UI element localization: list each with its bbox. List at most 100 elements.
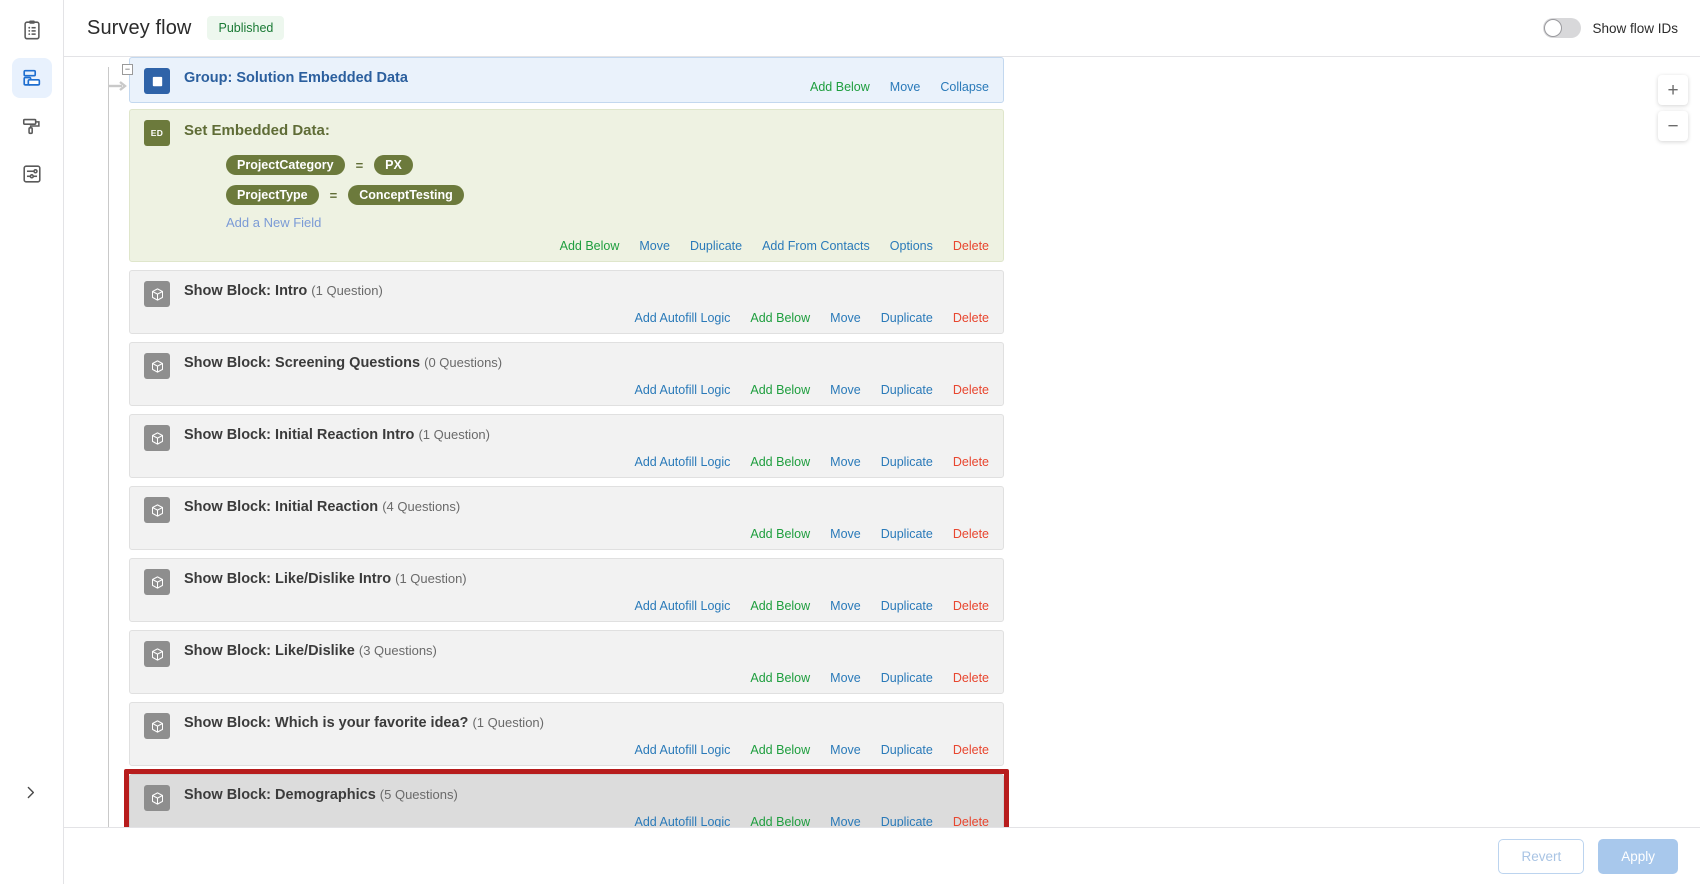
block-title: Show Block: Intro (1 Question) [184,280,383,299]
ed-duplicate-link[interactable]: Duplicate [690,239,742,253]
block-link-delete[interactable]: Delete [953,815,989,827]
ed-options-link[interactable]: Options [890,239,933,253]
block-card[interactable]: Show Block: Initial Reaction (4 Question… [129,486,1004,550]
apply-button[interactable]: Apply [1598,838,1678,874]
block-link-delete[interactable]: Delete [953,455,989,469]
embedded-data-header: ED Set Embedded Data: [144,119,989,146]
block-link-add-below[interactable]: Add Below [750,599,810,613]
ed-add-below-link[interactable]: Add Below [560,239,620,253]
block-link-add-autofill-logic[interactable]: Add Autofill Logic [634,599,730,613]
sidebar-item-look-and-feel[interactable] [12,106,52,146]
flow-row-group: Group: Solution Embedded Data Add Below … [84,57,1004,103]
block-link-duplicate[interactable]: Duplicate [881,671,933,685]
block-card[interactable]: Show Block: Initial Reaction Intro (1 Qu… [129,414,1004,478]
block-link-duplicate[interactable]: Duplicate [881,455,933,469]
block-card[interactable]: Show Block: Which is your favorite idea?… [129,702,1004,766]
block-title: Show Block: Screening Questions (0 Quest… [184,352,502,371]
block-title-text: Show Block: Intro [184,283,308,299]
ed-add-from-contacts-link[interactable]: Add From Contacts [762,239,870,253]
add-new-field-link[interactable]: Add a New Field [226,215,989,230]
block-link-add-below[interactable]: Add Below [750,383,810,397]
block-title-text: Show Block: Like/Dislike Intro [184,571,392,587]
expand-sidebar-button[interactable] [12,774,48,810]
block-title: Show Block: Demographics (5 Questions) [184,784,458,803]
block-link-delete[interactable]: Delete [953,527,989,541]
block-link-add-below[interactable]: Add Below [750,671,810,685]
sidebar-item-survey-builder[interactable] [12,10,52,50]
ed-field-operator: = [355,157,364,173]
ed-field-value[interactable]: ConceptTesting [348,185,464,205]
left-icon-rail [0,0,64,884]
block-title: Show Block: Initial Reaction Intro (1 Qu… [184,424,490,443]
block-link-move[interactable]: Move [830,527,861,541]
group-card[interactable]: Group: Solution Embedded Data Add Below … [129,57,1004,103]
ed-field-key[interactable]: ProjectType [226,185,319,205]
block-link-add-autofill-logic[interactable]: Add Autofill Logic [634,311,730,325]
block-link-add-below[interactable]: Add Below [750,743,810,757]
show-flow-ids-toggle[interactable] [1543,18,1582,38]
block-link-add-autofill-logic[interactable]: Add Autofill Logic [634,743,730,757]
block-link-add-below[interactable]: Add Below [750,311,810,325]
block-link-duplicate[interactable]: Duplicate [881,383,933,397]
flow-row-block: Show Block: Initial Reaction (4 Question… [84,486,1004,550]
block-link-duplicate[interactable]: Duplicate [881,311,933,325]
block-link-add-autofill-logic[interactable]: Add Autofill Logic [634,815,730,827]
block-question-count: (1 Question) [311,283,383,298]
revert-button[interactable]: Revert [1498,838,1585,874]
embedded-data-card[interactable]: ED Set Embedded Data: ProjectCategory = … [129,109,1004,262]
block-card[interactable]: Show Block: Screening Questions (0 Quest… [129,342,1004,406]
block-link-duplicate[interactable]: Duplicate [881,527,933,541]
block-links: Add Autofill Logic Add Below Move Duplicate… [144,383,989,397]
block-link-move[interactable]: Move [830,743,861,757]
block-links: Add Autofill Logic Add Below Move Duplicate… [144,815,989,827]
group-icon [144,68,170,94]
group-add-below-link[interactable]: Add Below [810,80,870,94]
block-link-move[interactable]: Move [830,311,861,325]
zoom-out-button[interactable]: − [1658,111,1688,141]
block-link-move[interactable]: Move [830,455,861,469]
block-card[interactable]: Show Block: Like/Dislike Intro (1 Questi… [129,558,1004,622]
block-title-text: Show Block: Like/Dislike [184,643,355,659]
ed-field-key[interactable]: ProjectCategory [226,155,345,175]
embedded-data-field-row: ProjectType = ConceptTesting [226,185,989,205]
sliders-icon [21,163,43,185]
block-link-move[interactable]: Move [830,599,861,613]
block-link-delete[interactable]: Delete [953,311,989,325]
block-card[interactable]: Show Block: Like/Dislike (3 Questions) Ad… [129,630,1004,694]
block-link-add-below[interactable]: Add Below [750,455,810,469]
collapse-all-toggle[interactable]: − [122,64,133,75]
block-title-text: Show Block: Which is your favorite idea? [184,715,469,731]
block-link-delete[interactable]: Delete [953,671,989,685]
block-link-delete[interactable]: Delete [953,743,989,757]
flow-canvas[interactable]: + − − Group: Solution Embedded Data Add … [64,57,1700,827]
status-badge: Published [207,16,285,40]
block-link-add-below[interactable]: Add Below [750,815,810,827]
zoom-in-button[interactable]: + [1658,75,1688,105]
group-collapse-link[interactable]: Collapse [940,80,989,94]
ed-delete-link[interactable]: Delete [953,239,989,253]
group-header: Group: Solution Embedded Data Add Below … [144,67,989,94]
block-link-delete[interactable]: Delete [953,383,989,397]
page-header: Survey flow Published Show flow IDs [64,0,1700,57]
sidebar-item-survey-options[interactable] [12,154,52,194]
ed-move-link[interactable]: Move [639,239,670,253]
block-card[interactable]: Show Block: Intro (1 Question) Add Autofi… [129,270,1004,334]
block-link-duplicate[interactable]: Duplicate [881,743,933,757]
block-links: Add Autofill Logic Add Below Move Duplicate… [144,455,989,469]
sidebar-item-survey-flow[interactable] [11,58,52,98]
block-link-add-autofill-logic[interactable]: Add Autofill Logic [634,383,730,397]
flow-row-block: Show Block: Screening Questions (0 Quest… [84,342,1004,406]
block-card[interactable]: Show Block: Demographics (5 Questions) Ad… [129,774,1004,827]
block-link-move[interactable]: Move [830,383,861,397]
block-link-duplicate[interactable]: Duplicate [881,815,933,827]
block-link-move[interactable]: Move [830,671,861,685]
ed-field-operator: = [329,187,338,203]
group-move-link[interactable]: Move [890,80,921,94]
block-link-delete[interactable]: Delete [953,599,989,613]
block-link-duplicate[interactable]: Duplicate [881,599,933,613]
block-title: Show Block: Initial Reaction (4 Question… [184,496,460,515]
ed-field-value[interactable]: PX [374,155,413,175]
block-link-move[interactable]: Move [830,815,861,827]
block-link-add-below[interactable]: Add Below [750,527,810,541]
block-link-add-autofill-logic[interactable]: Add Autofill Logic [634,455,730,469]
